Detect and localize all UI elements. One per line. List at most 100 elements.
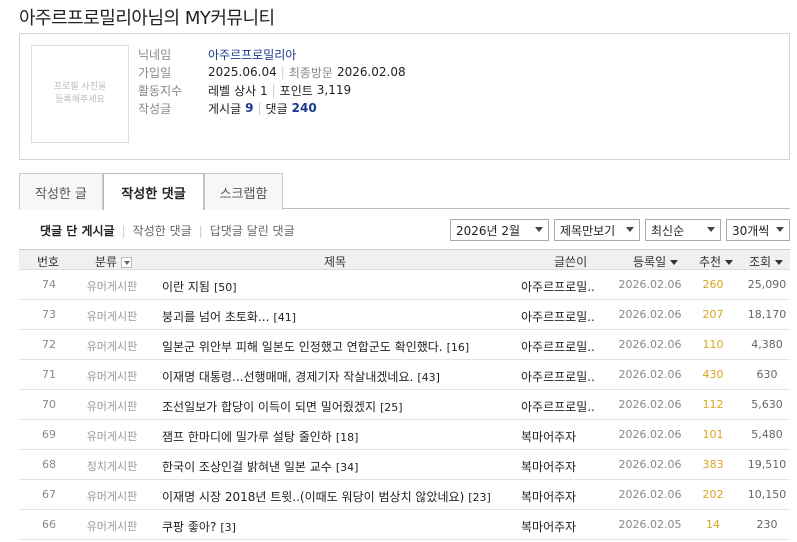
row-category[interactable]: 유머게시판: [77, 278, 147, 294]
divider: |: [257, 101, 262, 115]
month-select[interactable]: 2026년 2월: [450, 219, 549, 241]
row-title-cell[interactable]: 이란 지됨 [50]: [162, 278, 237, 295]
row-comment-count[interactable]: [18]: [336, 431, 359, 444]
row-title[interactable]: 잼프 한마디에 밀가루 설탕 줄인하: [162, 430, 332, 444]
per-page-select-value: 30개씩: [732, 223, 770, 238]
row-title-cell[interactable]: 붕괴를 넘어 초토화... [41]: [162, 308, 296, 325]
row-author[interactable]: 아주르프로밀..: [521, 338, 595, 355]
row-recommend: 430: [702, 368, 724, 381]
table-row[interactable]: 73 유머게시판 붕괴를 넘어 초토화... [41] 아주르프로밀.. 2026.02.…: [19, 300, 790, 330]
table-row[interactable]: 68 정치게시판 한국이 조상인걸 밝혀낸 일본 교수 [34] 복마어주자 2026.0…: [19, 450, 790, 480]
row-author[interactable]: 복마어주자: [521, 488, 576, 505]
join-date-label: 가입일: [138, 65, 172, 80]
level-value: 상사 1: [234, 83, 268, 98]
row-title-cell[interactable]: 이재명 대통령...선행매매, 경제기자 작살내겠네요. [43]: [162, 368, 440, 385]
table-row[interactable]: 70 유머게시판 조선일보가 합당이 이득이 되면 밀어줬겠지 [25] 아주르프로밀.…: [19, 390, 790, 420]
row-comment-count[interactable]: [34]: [336, 461, 359, 474]
post-count-value[interactable]: 9: [245, 101, 253, 115]
sort-select[interactable]: 최신순: [645, 219, 721, 241]
row-title[interactable]: 이재명 대통령...선행매매, 경제기자 작살내겠네요.: [162, 370, 413, 384]
tab-written-comments[interactable]: 작성한 댓글: [103, 173, 204, 210]
view-mode-select[interactable]: 제목만보기: [554, 219, 640, 241]
row-title-cell[interactable]: 이재명 시장 2018년 트윗..(이때도 워당이 범상치 않았네요) [23]: [162, 488, 491, 505]
row-title[interactable]: 일본군 위안부 피해 일본도 인정했고 연합군도 확인했다.: [162, 340, 443, 354]
row-title-cell[interactable]: 쿠팡 좋아? [3]: [162, 518, 236, 535]
tab-scraps[interactable]: 스크랩함: [204, 173, 283, 210]
subnav-commented-posts[interactable]: 댓글 단 게시글: [40, 222, 115, 239]
row-category[interactable]: 유머게시판: [77, 518, 147, 534]
column-header-title: 제목: [324, 255, 347, 269]
filter-dropdown-icon[interactable]: [121, 257, 133, 268]
table-row[interactable]: 72 유머게시판 일본군 위안부 피해 일본도 인정했고 연합군도 확인했다. [16…: [19, 330, 790, 360]
row-category[interactable]: 정치게시판: [77, 458, 147, 474]
row-title[interactable]: 쿠팡 좋아?: [162, 520, 216, 534]
comment-count-value[interactable]: 240: [292, 101, 317, 115]
row-number: 72: [42, 338, 56, 351]
divider: |: [121, 223, 126, 238]
row-title[interactable]: 한국이 조상인걸 밝혀낸 일본 교수: [162, 460, 332, 474]
table-row[interactable]: 74 유머게시판 이란 지됨 [50] 아주르프로밀.. 2026.02.06 260 25,…: [19, 270, 790, 300]
row-comment-count[interactable]: [43]: [417, 371, 440, 384]
month-select-value: 2026년 2월: [456, 223, 521, 238]
sort-down-icon: [725, 260, 734, 265]
row-recommend: 260: [702, 278, 724, 291]
table-row[interactable]: 67 유머게시판 이재명 시장 2018년 트윗..(이때도 워당이 범상치 않았네…: [19, 480, 790, 510]
row-title[interactable]: 붕괴를 넘어 초토화...: [162, 310, 269, 324]
row-title[interactable]: 이재명 시장 2018년 트윗..(이때도 워당이 범상치 않았네요): [162, 490, 464, 504]
subnav-replied-comments[interactable]: 답댓글 달린 댓글: [210, 222, 295, 239]
row-date: 2026.02.06: [618, 458, 682, 471]
row-category[interactable]: 유머게시판: [77, 488, 147, 504]
subnav-written-comments[interactable]: 작성한 댓글: [133, 222, 192, 239]
row-views: 5,480: [751, 428, 783, 441]
divider: |: [280, 65, 285, 79]
row-comment-count[interactable]: [16]: [447, 341, 470, 354]
posts-label: 작성글: [138, 101, 172, 116]
last-visit-label: 최종방문: [288, 65, 333, 80]
row-title-cell[interactable]: 한국이 조상인걸 밝혀낸 일본 교수 [34]: [162, 458, 358, 475]
row-author[interactable]: 아주르프로밀..: [521, 398, 595, 415]
tab-bar: 작성한 글 작성한 댓글 스크랩함: [19, 173, 790, 210]
column-header-views[interactable]: 조회: [749, 253, 784, 270]
column-header-category-label: 분류: [95, 255, 118, 269]
row-category[interactable]: 유머게시판: [77, 308, 147, 324]
row-views: 230: [756, 518, 778, 531]
row-category[interactable]: 유머게시판: [77, 368, 147, 384]
row-category[interactable]: 유머게시판: [77, 398, 147, 414]
column-header-category[interactable]: 분류: [95, 253, 133, 270]
row-title[interactable]: 이란 지됨: [162, 280, 210, 294]
row-number: 74: [42, 278, 56, 291]
per-page-select[interactable]: 30개씩: [726, 219, 790, 241]
row-comment-count[interactable]: [41]: [273, 311, 296, 324]
table-row[interactable]: 66 유머게시판 쿠팡 좋아? [3] 복마어주자 2026.02.05 14 230: [19, 510, 790, 540]
comment-count-label: 댓글: [265, 101, 288, 116]
nickname-value[interactable]: 아주르프로밀리아: [208, 46, 296, 63]
row-category[interactable]: 유머게시판: [77, 428, 147, 444]
row-comment-count[interactable]: [23]: [468, 491, 491, 504]
row-comment-count[interactable]: [25]: [380, 401, 403, 414]
row-date: 2026.02.06: [618, 428, 682, 441]
profile-box: 프로필 사진을 등록해주세요 닉네임 아주르프로밀리아 가입일 2025.06.…: [19, 33, 790, 160]
column-header-date[interactable]: 등록일: [633, 253, 679, 270]
row-comment-count[interactable]: [3]: [220, 521, 236, 534]
row-recommend: 383: [702, 458, 724, 471]
row-author[interactable]: 복마어주자: [521, 428, 576, 445]
sort-select-value: 최신순: [651, 223, 685, 238]
column-header-recommend[interactable]: 추천: [699, 253, 734, 270]
row-title-cell[interactable]: 잼프 한마디에 밀가루 설탕 줄인하 [18]: [162, 428, 358, 445]
profile-photo-placeholder[interactable]: 프로필 사진을 등록해주세요: [31, 45, 129, 143]
row-title-cell[interactable]: 조선일보가 합당이 이득이 되면 밀어줬겠지 [25]: [162, 398, 403, 415]
row-category[interactable]: 유머게시판: [77, 338, 147, 354]
row-author[interactable]: 복마어주자: [521, 458, 576, 475]
table-row[interactable]: 71 유머게시판 이재명 대통령...선행매매, 경제기자 작살내겠네요. [43] 아…: [19, 360, 790, 390]
row-title-cell[interactable]: 일본군 위안부 피해 일본도 인정했고 연합군도 확인했다. [16]: [162, 338, 469, 355]
row-comment-count[interactable]: [50]: [214, 281, 237, 294]
row-author[interactable]: 복마어주자: [521, 518, 576, 535]
row-author[interactable]: 아주르프로밀..: [521, 368, 595, 385]
row-title[interactable]: 조선일보가 합당이 이득이 되면 밀어줬겠지: [162, 400, 376, 414]
table-row[interactable]: 69 유머게시판 잼프 한마디에 밀가루 설탕 줄인하 [18] 복마어주자 2026.0…: [19, 420, 790, 450]
column-header-recommend-label: 추천: [699, 255, 722, 269]
row-author[interactable]: 아주르프로밀..: [521, 278, 595, 295]
row-author[interactable]: 아주르프로밀..: [521, 308, 595, 325]
chevron-down-icon: [707, 227, 715, 232]
tab-written-posts[interactable]: 작성한 글: [19, 173, 103, 210]
